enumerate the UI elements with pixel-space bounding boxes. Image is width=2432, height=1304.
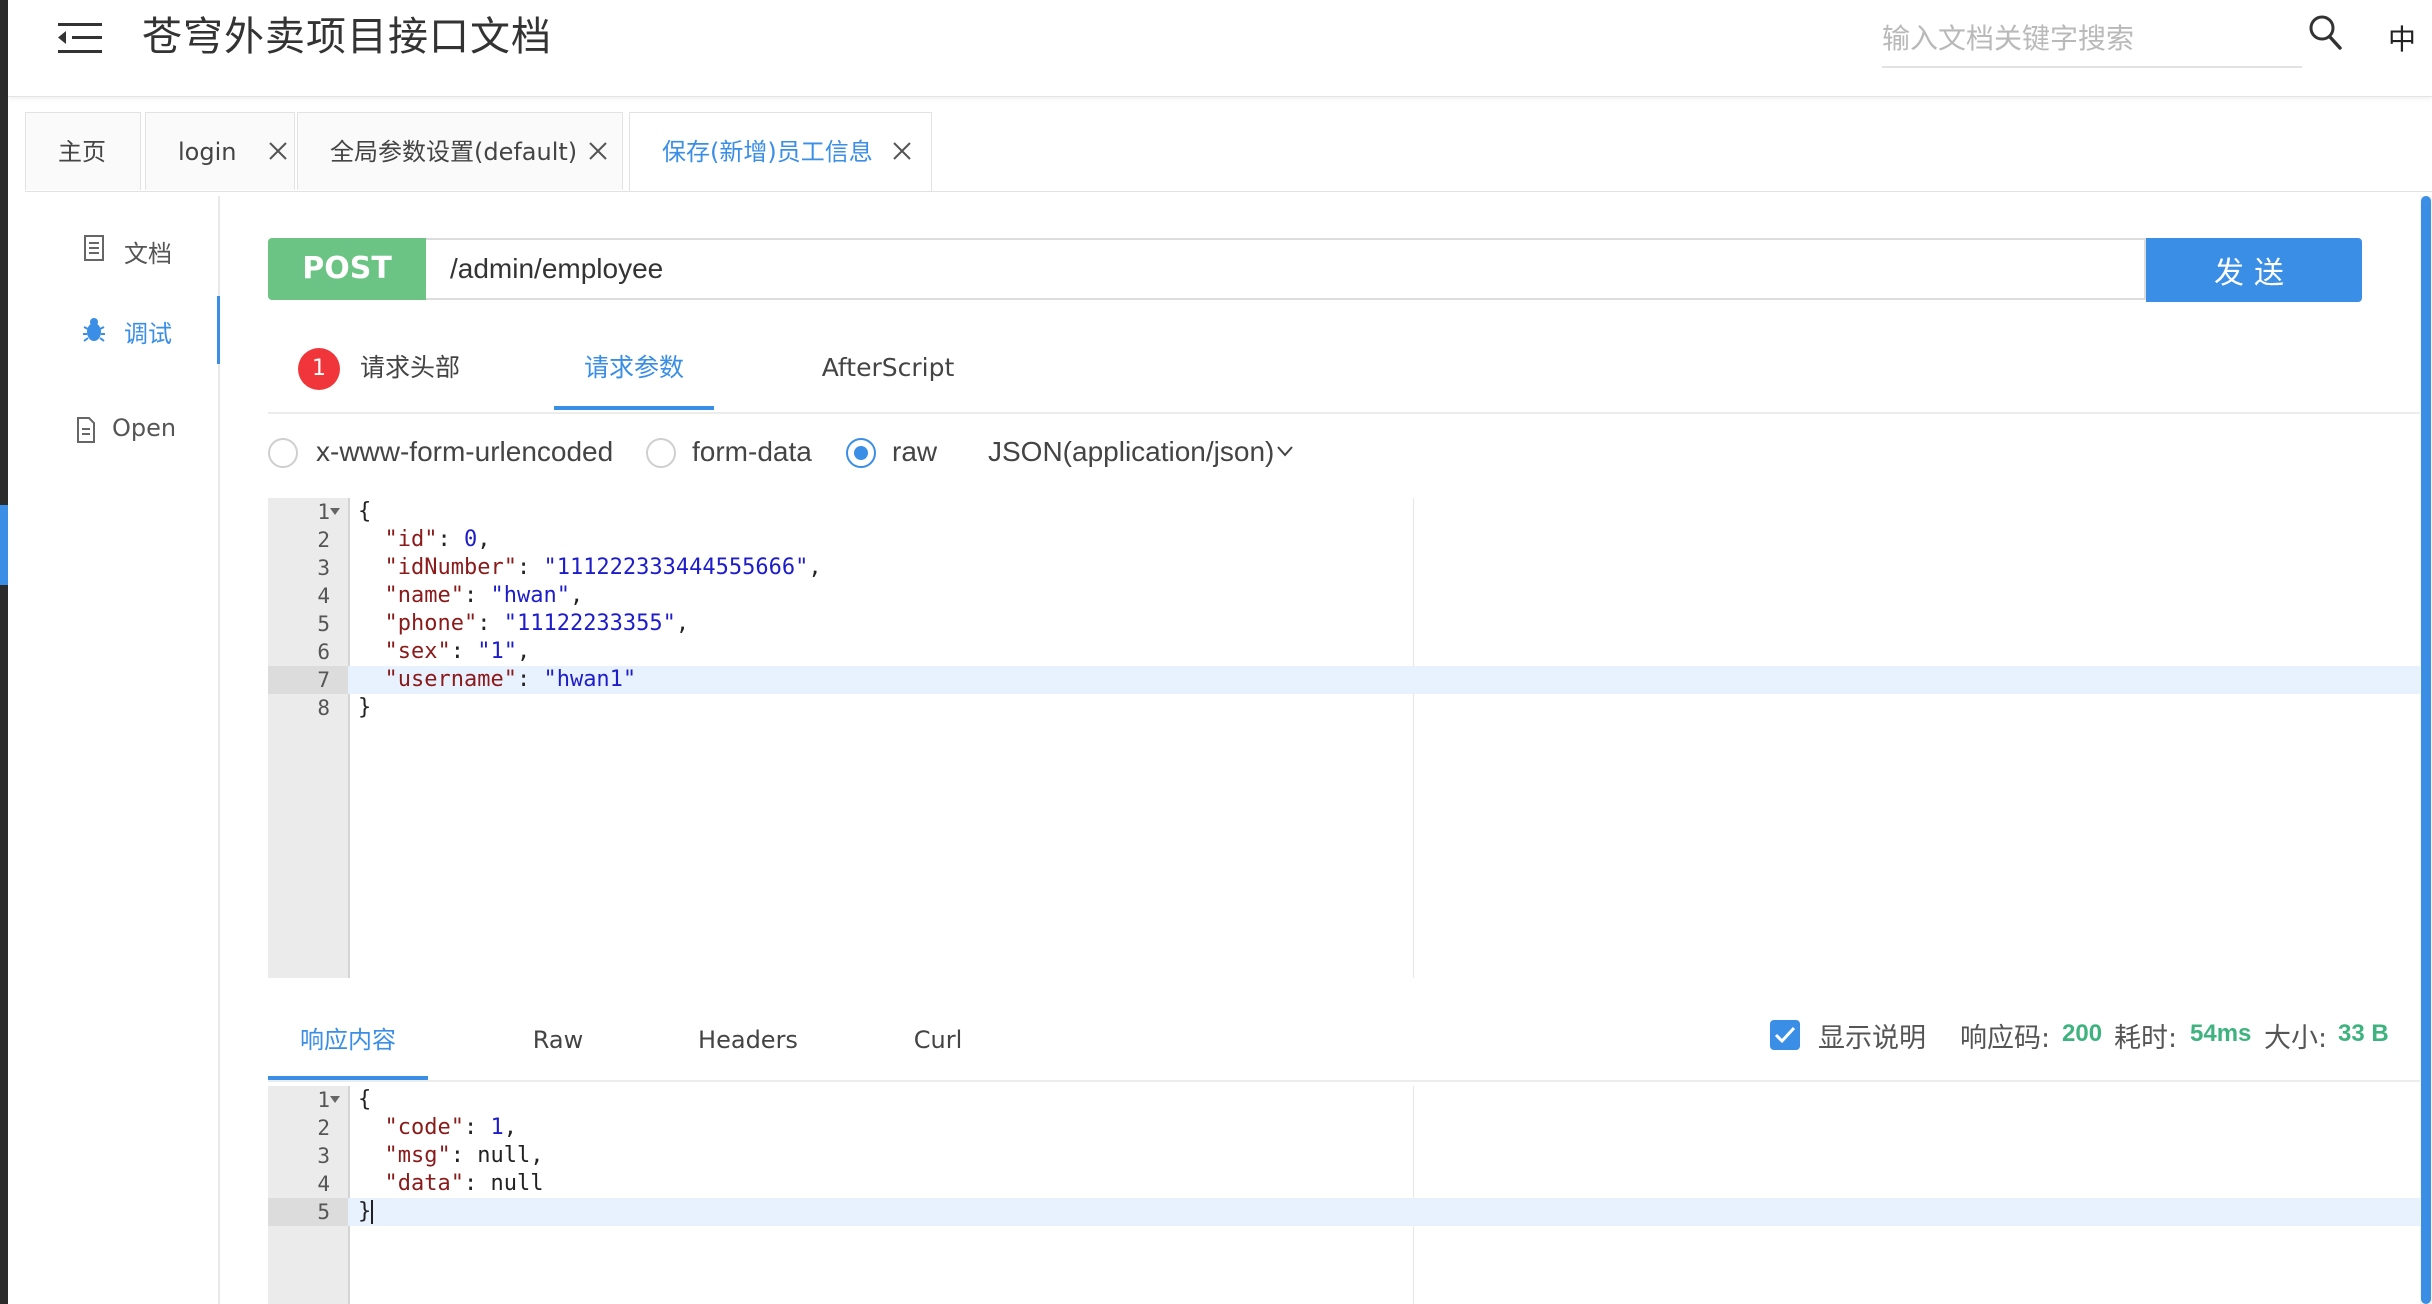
tabs-divider — [25, 191, 2432, 192]
tab-label: AfterScript — [821, 353, 955, 382]
code-line: 1 { — [317, 499, 372, 524]
response-tabs: 响应内容 Raw Headers Curl — [268, 1002, 2432, 1082]
document-icon — [84, 235, 104, 261]
search-icon[interactable] — [2308, 14, 2344, 54]
show-description-label: 显示说明 — [1818, 1023, 1926, 1054]
tab-home[interactable]: 主页 — [25, 112, 141, 190]
code-line-active: 5 } — [268, 1198, 2432, 1226]
response-body-viewer[interactable]: 1 { 2 "code": 1, 3 "msg": null, 4 "data"… — [268, 1086, 2432, 1304]
fold-arrow-icon[interactable] — [330, 508, 340, 515]
code-line: 3 "msg": null, — [317, 1143, 544, 1168]
time-value: 54ms — [2190, 1020, 2252, 1047]
window-edge-accent — [0, 505, 8, 585]
chevron-down-icon[interactable] — [1276, 444, 1294, 458]
sidebar-item-debug[interactable]: 调试 — [30, 296, 220, 364]
code-line: 4 "data": null — [317, 1171, 544, 1196]
file-icon — [77, 417, 95, 443]
size-label: 大小: — [2264, 1023, 2328, 1054]
scrollbar-thumb[interactable] — [2421, 196, 2431, 1304]
request-tabs: 1 请求头部 请求参数 AfterScript — [268, 330, 2432, 414]
time-label: 耗时: — [2114, 1023, 2178, 1054]
tab-global-params[interactable]: 全局参数设置(default) — [297, 112, 623, 190]
status-code-value: 200 — [2062, 1020, 2103, 1047]
tab-label: 全局参数设置(default) — [330, 138, 578, 166]
tab-label: 保存(新增)员工信息 — [662, 138, 873, 166]
radio-label: raw — [892, 436, 938, 467]
tab-label: 请求头部 — [360, 353, 461, 382]
code-line: 5 "phone": "11122233355", — [317, 611, 690, 636]
radio-urlencoded[interactable] — [268, 438, 298, 468]
tab-response-raw[interactable]: Raw — [498, 1002, 618, 1078]
code-line: 8 } — [317, 695, 372, 720]
code-line: 4 "name": "hwan", — [317, 583, 584, 608]
tab-label: Headers — [698, 1026, 798, 1054]
checkmark-icon — [1774, 1026, 1796, 1044]
sidebar-item-label: 调试 — [124, 320, 172, 348]
tab-label: login — [178, 138, 237, 166]
send-button[interactable]: 发送 — [2146, 238, 2362, 302]
code-line: 2 "id": 0, — [317, 527, 491, 552]
sidebar-item-docs[interactable]: 文档 — [30, 216, 218, 284]
close-icon[interactable] — [268, 141, 288, 161]
size-value: 33 B — [2338, 1020, 2389, 1047]
menu-fold-icon[interactable] — [56, 20, 106, 56]
tab-request-params[interactable]: 请求参数 — [554, 330, 714, 410]
close-icon[interactable] — [588, 141, 608, 161]
close-icon[interactable] — [892, 141, 912, 161]
content-type-select[interactable]: JSON(application/json) — [988, 436, 1274, 468]
code-line: 6 "sex": "1", — [317, 639, 531, 664]
radio-raw[interactable] — [846, 438, 876, 468]
radio-label: form-data — [692, 436, 812, 467]
tab-response-headers[interactable]: Headers — [678, 1002, 818, 1078]
tab-label: 响应内容 — [300, 1026, 396, 1054]
sidebar-item-label: 文档 — [124, 240, 172, 268]
tab-response-content[interactable]: 响应内容 — [268, 1002, 428, 1080]
status-code-label: 响应码: — [1960, 1023, 2051, 1054]
url-input[interactable] — [426, 238, 2146, 300]
code-line: 3 "idNumber": "111222333444555666", — [317, 555, 822, 580]
radio-formdata[interactable] — [646, 438, 676, 468]
bug-icon — [83, 318, 105, 342]
tab-request-headers[interactable]: 1 请求头部 — [268, 330, 460, 410]
http-method-badge: POST — [268, 238, 426, 300]
count-badge: 1 — [298, 348, 340, 390]
radio-label: x-www-form-urlencoded — [316, 436, 614, 467]
request-body-editor[interactable]: 1 { 2 "id": 0, 3 "idNumber": "1112223334… — [268, 498, 2432, 978]
tab-label: Curl — [913, 1026, 963, 1054]
tab-afterscript[interactable]: AfterScript — [798, 330, 978, 410]
code-line: 1 { — [317, 1087, 372, 1112]
sidebar: 文档 调试 Open — [30, 196, 220, 1304]
tab-label: Raw — [532, 1026, 584, 1054]
show-description-checkbox[interactable] — [1770, 1020, 1800, 1050]
code-line: 2 "code": 1, — [317, 1115, 517, 1140]
page-scrollbar[interactable] — [2420, 196, 2432, 1304]
app-title: 苍穹外卖项目接口文档 — [142, 14, 552, 60]
language-switch[interactable]: 中 — [2388, 18, 2416, 58]
fold-arrow-icon[interactable] — [330, 1096, 340, 1103]
tab-login[interactable]: login — [145, 112, 295, 190]
tab-response-curl[interactable]: Curl — [888, 1002, 988, 1078]
search-input[interactable] — [1882, 10, 2302, 68]
sidebar-item-label: Open — [112, 414, 177, 442]
code-line-active: 7 "username": "hwan1" — [268, 666, 2432, 694]
sidebar-item-open[interactable]: Open — [30, 396, 218, 464]
top-header: 苍穹外卖项目接口文档 中 — [8, 0, 2432, 97]
tab-label: 主页 — [58, 138, 106, 166]
text-cursor — [371, 1200, 374, 1224]
tab-label: 请求参数 — [583, 353, 684, 382]
window-edge — [0, 0, 8, 1304]
tab-save-employee[interactable]: 保存(新增)员工信息 — [629, 112, 932, 192]
